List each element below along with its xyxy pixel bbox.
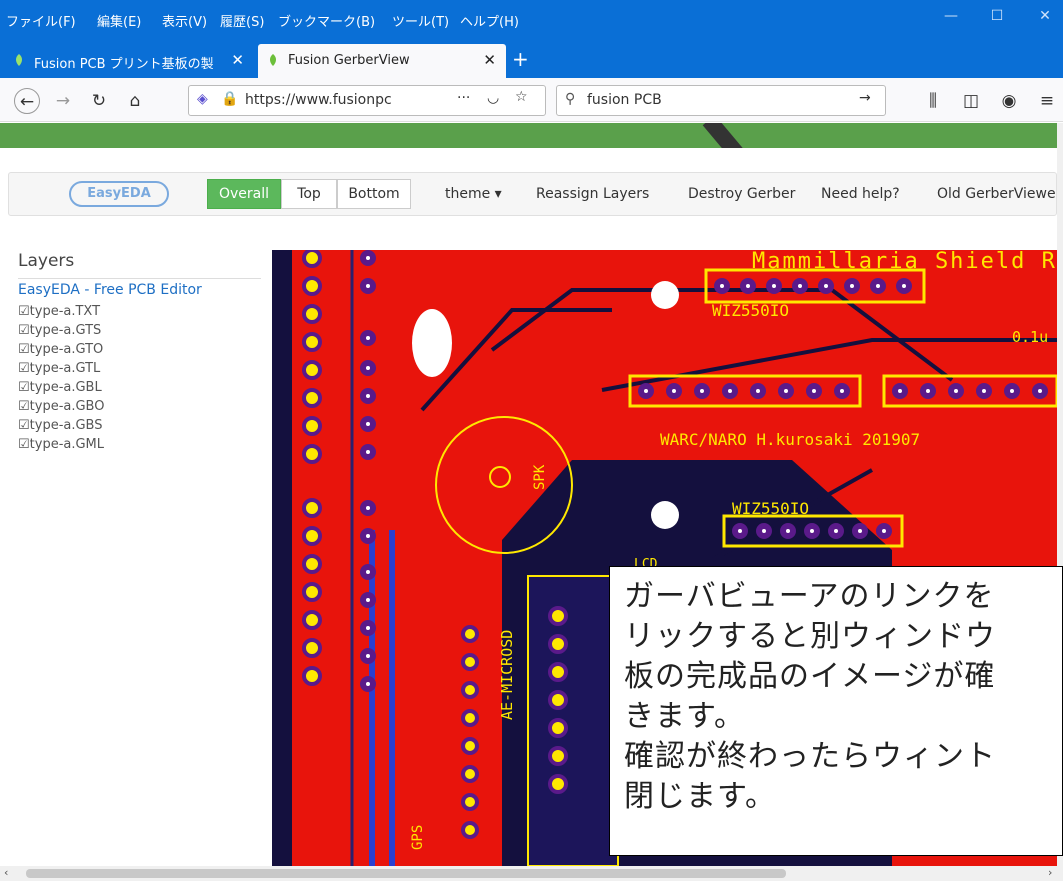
search-bar[interactable]: ⚲ fusion PCB → — [556, 85, 886, 116]
page-banner — [0, 123, 1057, 148]
fusion-leaf-icon — [16, 54, 22, 66]
url-text[interactable]: https://www.fusionpc — [245, 92, 392, 108]
board-title: Mammillaria Shield R — [752, 250, 1057, 274]
wiz550io-label-top: WIZ550IO — [712, 301, 789, 320]
gps-label: GPS — [410, 825, 426, 850]
layer-checkbox[interactable]: ☑type-a.GTS — [18, 323, 101, 338]
scroll-thumb[interactable] — [26, 869, 786, 878]
scroll-left-icon[interactable]: ‹ — [4, 866, 8, 879]
app-menu-icon[interactable]: ≡ — [1034, 88, 1060, 114]
microsd-label: AE-MICROSD — [498, 630, 516, 720]
layer-label: type-a.GTL — [29, 361, 101, 376]
layer-checkbox[interactable]: ☑type-a.GML — [18, 437, 104, 452]
divider — [18, 278, 261, 279]
tab-gerberview[interactable]: Fusion GerberView ✕ — [258, 44, 506, 78]
lock-warning-icon[interactable]: 🔒 — [221, 91, 238, 107]
need-help-link[interactable]: Need help? — [821, 186, 900, 202]
layers-title: Layers — [18, 251, 75, 271]
microsd-module — [527, 575, 619, 867]
layer-label: type-a.GBS — [29, 418, 103, 433]
checkbox-icon: ☑ — [18, 418, 30, 433]
close-window-button[interactable]: ✕ — [1030, 8, 1060, 28]
overall-button[interactable]: Overall — [207, 179, 281, 209]
tab-fusion-pcb[interactable]: Fusion PCB プリント基板の製 ✕ — [4, 44, 254, 78]
layer-label: type-a.GBL — [29, 380, 102, 395]
theme-dropdown[interactable]: theme ▾ — [445, 186, 502, 202]
layer-checkbox[interactable]: ☑type-a.GTL — [18, 361, 100, 376]
bottom-button[interactable]: Bottom — [337, 179, 411, 209]
layer-label: type-a.GBO — [29, 399, 105, 414]
maximize-button[interactable]: ☐ — [982, 8, 1012, 28]
fusion-leaf-icon — [270, 54, 276, 66]
old-gerberviewer-link[interactable]: Old GerberViewe — [937, 186, 1056, 202]
author-label: WARC/NARO H.kurosaki 201907 — [660, 430, 920, 449]
page-actions-icon[interactable]: ··· — [457, 90, 470, 106]
checkbox-icon: ☑ — [18, 304, 30, 319]
layer-label: type-a.GTS — [29, 323, 102, 338]
horizontal-scrollbar[interactable]: ‹ › — [0, 866, 1063, 881]
instruction-callout: ガーバビューアのリンクを リックすると別ウィンドウ 板の完成品のイメージが確 き… — [609, 566, 1063, 856]
checkbox-icon: ☑ — [18, 399, 30, 414]
checkbox-icon: ☑ — [18, 361, 30, 376]
reload-icon[interactable]: ↻ — [86, 88, 112, 114]
account-icon[interactable]: ◉ — [996, 88, 1022, 114]
navigation-bar: ← → ↻ ⌂ ◈ 🔒 https://www.fusionpc ··· ◡ ☆… — [0, 78, 1063, 122]
shield-icon[interactable]: ◈ — [197, 91, 208, 107]
url-bar[interactable]: ◈ 🔒 https://www.fusionpc ··· ◡ ☆ — [188, 85, 546, 116]
library-icon[interactable]: ⫼ — [920, 88, 946, 114]
speaker-label: SPK — [532, 464, 548, 490]
menu-bar: ファイル(F) 編集(E) 表示(V) 履歴(S) ブックマーク(B) ツール(… — [0, 0, 1063, 36]
tab-close-icon[interactable]: ✕ — [483, 51, 496, 69]
layer-checkbox[interactable]: ☑type-a.GBL — [18, 380, 102, 395]
layer-label: type-a.TXT — [29, 304, 101, 319]
back-icon[interactable]: ← — [14, 88, 40, 114]
search-icon: ⚲ — [565, 91, 576, 107]
layer-checkbox[interactable]: ☑type-a.TXT — [18, 304, 100, 319]
wiz-lower-pins — [732, 523, 892, 539]
layers-panel: Layers EasyEDA - Free PCB Editor ☑type-a… — [0, 240, 272, 870]
scroll-right-icon[interactable]: › — [1048, 866, 1052, 879]
layer-checkbox[interactable]: ☑type-a.GBO — [18, 399, 104, 414]
menu-tools[interactable]: ツール(T) — [392, 11, 449, 30]
checkbox-icon: ☑ — [18, 437, 30, 452]
menu-help[interactable]: ヘルプ(H) — [460, 11, 519, 30]
search-input[interactable]: fusion PCB — [587, 92, 662, 108]
menu-file[interactable]: ファイル(F) — [6, 11, 76, 30]
tab-close-icon[interactable]: ✕ — [231, 51, 244, 69]
top-button[interactable]: Top — [281, 179, 337, 209]
home-icon[interactable]: ⌂ — [122, 88, 148, 114]
new-tab-button[interactable]: + — [512, 47, 529, 71]
gerber-toolbar: EasyEDA Overall Top Bottom theme ▾ Reass… — [8, 172, 1057, 216]
tab-bar: Fusion PCB プリント基板の製 ✕ Fusion GerberView … — [0, 36, 1063, 78]
bookmark-star-icon[interactable]: ☆ — [515, 89, 528, 105]
capacitor-label: 0.1u — [1012, 328, 1048, 346]
minimize-button[interactable]: — — [936, 8, 966, 28]
easyeda-logo[interactable]: EasyEDA — [69, 181, 169, 207]
easyeda-editor-link[interactable]: EasyEDA - Free PCB Editor — [18, 282, 202, 298]
reassign-layers-link[interactable]: Reassign Layers — [536, 186, 649, 202]
search-go-icon[interactable]: → — [859, 90, 871, 106]
tab-title: Fusion PCB プリント基板の製 — [34, 57, 214, 72]
forward-icon[interactable]: → — [50, 88, 76, 114]
banner-decoration — [702, 123, 744, 148]
tab-title: Fusion GerberView — [288, 53, 410, 68]
layer-label: type-a.GTO — [29, 342, 104, 357]
pocket-icon[interactable]: ◡ — [487, 90, 499, 106]
checkbox-icon: ☑ — [18, 342, 30, 357]
menu-history[interactable]: 履歴(S) — [220, 11, 264, 30]
header-mid-pins — [638, 383, 1048, 399]
destroy-gerber-link[interactable]: Destroy Gerber — [688, 186, 795, 202]
checkbox-icon: ☑ — [18, 323, 30, 338]
checkbox-icon: ☑ — [18, 380, 30, 395]
layer-checkbox[interactable]: ☑type-a.GTO — [18, 342, 103, 357]
layer-label: type-a.GML — [29, 437, 105, 452]
menu-bookmarks[interactable]: ブックマーク(B) — [278, 11, 375, 30]
menu-view[interactable]: 表示(V) — [162, 11, 207, 30]
menu-edit[interactable]: 編集(E) — [97, 11, 141, 30]
layer-checkbox[interactable]: ☑type-a.GBS — [18, 418, 103, 433]
sidebar-icon[interactable]: ◫ — [958, 88, 984, 114]
